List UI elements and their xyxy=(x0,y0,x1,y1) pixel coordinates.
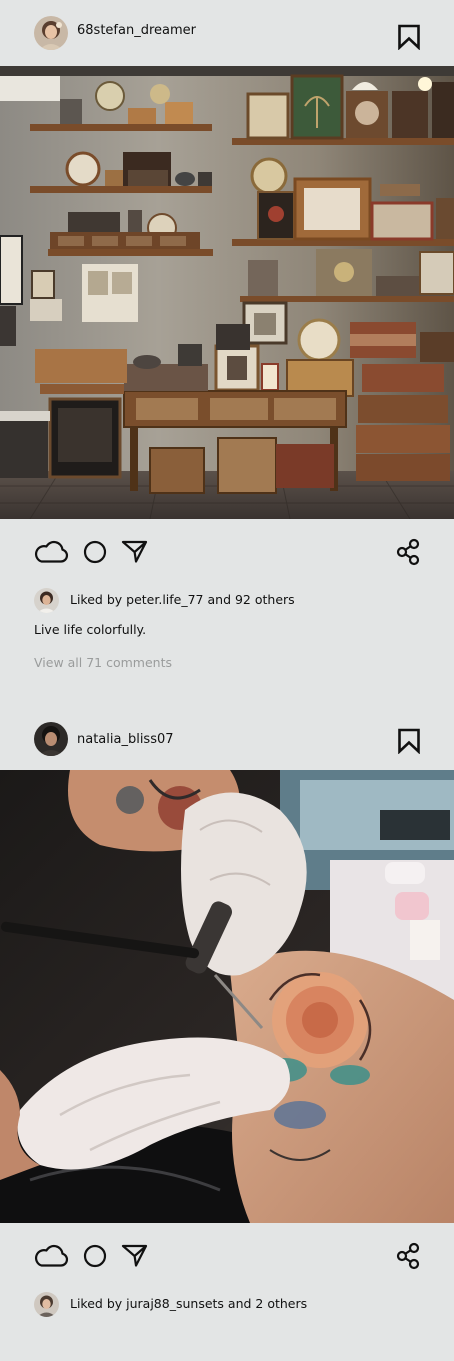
cloud-icon[interactable] xyxy=(33,1241,69,1269)
liked-by-row: Liked by peter.life_77 and 92 others xyxy=(0,586,454,614)
username[interactable]: natalia_bliss07 xyxy=(77,731,174,749)
post-photo[interactable] xyxy=(0,770,454,1223)
liked-by-text[interactable]: Liked by juraj88_sunsets and 2 others xyxy=(70,1295,307,1313)
liked-by-text[interactable]: Liked by peter.life_77 and 92 others xyxy=(70,591,295,609)
post-header: 68stefan_dreamer xyxy=(0,0,454,66)
share-icon[interactable] xyxy=(395,1242,421,1270)
liker-avatar[interactable] xyxy=(34,588,59,613)
avatar[interactable] xyxy=(34,16,68,50)
liked-by-row: Liked by juraj88_sunsets and 2 others xyxy=(0,1290,454,1318)
avatar[interactable] xyxy=(34,722,68,756)
bookmark-icon[interactable] xyxy=(397,728,421,755)
username[interactable]: 68stefan_dreamer xyxy=(77,22,196,40)
view-comments-link[interactable]: View all 71 comments xyxy=(34,654,172,672)
post-actions xyxy=(0,1237,454,1277)
circle-icon[interactable] xyxy=(83,540,107,564)
post-actions xyxy=(0,533,454,573)
post-caption: Live life colorfully. xyxy=(34,622,147,637)
bookmark-icon[interactable] xyxy=(397,24,421,51)
post-header: natalia_bliss07 xyxy=(0,704,454,770)
cloud-icon[interactable] xyxy=(33,537,69,565)
circle-icon[interactable] xyxy=(83,1244,107,1268)
send-icon[interactable] xyxy=(121,1243,148,1268)
post-photo[interactable] xyxy=(0,66,454,519)
share-icon[interactable] xyxy=(395,538,421,566)
send-icon[interactable] xyxy=(121,539,148,564)
liker-avatar[interactable] xyxy=(34,1292,59,1317)
